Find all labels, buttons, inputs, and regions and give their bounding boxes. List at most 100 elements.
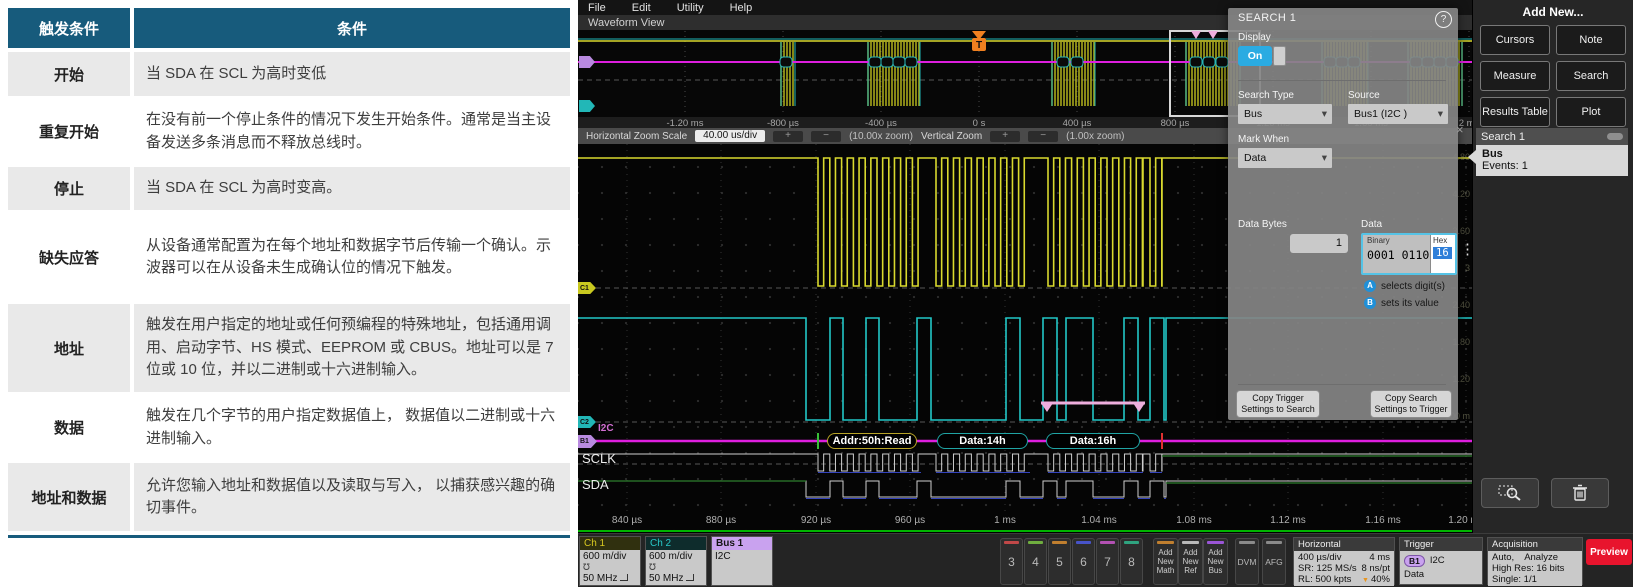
search-zoom-icon xyxy=(1498,484,1522,502)
dvm-stripe xyxy=(1239,541,1255,544)
add-new-results-table-button[interactable]: Results Table xyxy=(1480,97,1550,127)
trigger-row-label: 数据 xyxy=(8,396,130,459)
close-icon[interactable]: × xyxy=(1456,122,1464,137)
vzoom-minus-button[interactable]: − xyxy=(1028,131,1058,142)
binary-value[interactable]: 0001 0110 xyxy=(1367,248,1429,262)
display-toggle-knob[interactable] xyxy=(1273,46,1286,66)
trigger-settings-box[interactable]: Trigger B1 I2C Data xyxy=(1399,537,1483,585)
horizontal-settings-box[interactable]: Horizontal 400 µs/div4 msSR: 125 MS/s8 n… xyxy=(1293,537,1395,585)
search-type-label: Search Type xyxy=(1238,90,1294,101)
vertical-zoom-label: Vertical Zoom xyxy=(921,131,982,142)
channel-4-stripe xyxy=(1028,541,1043,544)
trigger-row-text: 在没有前一个停止条件的情况下发生开始条件。通常是当主设备发送多条消息而不释放总线… xyxy=(134,100,570,163)
trigger-row-label: 停止 xyxy=(8,167,130,210)
search1-pointer-notch xyxy=(1468,150,1476,164)
channel-6-stripe xyxy=(1076,541,1091,544)
zoom-search-button[interactable] xyxy=(1481,478,1539,508)
display-on-toggle[interactable]: On xyxy=(1238,46,1272,66)
afg-button[interactable]: AFG xyxy=(1262,538,1286,585)
copy-search-to-trigger-button[interactable]: Copy SearchSettings to Trigger xyxy=(1370,390,1452,418)
knob-b-hint: B sets its value xyxy=(1364,297,1439,309)
add-new-heading: Add New... xyxy=(1473,5,1633,19)
add-new-cursors-button[interactable]: Cursors xyxy=(1480,25,1550,55)
knob-a-icon: A xyxy=(1364,280,1376,292)
bus-name-label: I2C xyxy=(598,423,614,434)
knob-b-icon: B xyxy=(1364,297,1376,309)
trigger-row-text: 触发在几个字节的用户指定数据值上， 数据值以二进制或十六进制输入。 xyxy=(134,396,570,459)
horizontal-row-1: SR: 125 MS/s8 ns/pt xyxy=(1298,563,1390,574)
trigger-row-text: 允许您输入地址和数据值以及读取与写入， 以捕获感兴趣的确切事件。 xyxy=(134,463,570,531)
channel-8-button[interactable]: 8 xyxy=(1120,538,1143,585)
horizontal-zoom-scale-label: Horizontal Zoom Scale xyxy=(586,131,687,142)
knob-a-hint: A selects digit(s) xyxy=(1364,280,1445,292)
sclk-label: SCLK xyxy=(582,451,616,466)
acquisition-settings-box[interactable]: Acquisition Auto,Analyze High Res: 16 bi… xyxy=(1487,537,1583,585)
menu-edit[interactable]: Edit xyxy=(632,2,651,14)
hzoom-plus-button[interactable]: + xyxy=(773,131,803,142)
add-new-note-button[interactable]: Note xyxy=(1556,25,1626,55)
search1-body[interactable]: Bus Events: 1 xyxy=(1476,145,1628,176)
bus1-settings-badge[interactable]: Bus 1 I2C xyxy=(711,536,773,586)
add-new-math-button[interactable]: AddNewMath xyxy=(1153,538,1178,585)
add-new-search-button[interactable]: Search xyxy=(1556,61,1626,91)
channel-7-stripe xyxy=(1100,541,1115,544)
chevron-down-icon: ▾ xyxy=(1438,104,1443,124)
ch1-settings-badge[interactable]: Ch 1 600 m/div ℧ 50 MHz xyxy=(579,536,641,586)
trash-icon xyxy=(1572,484,1588,502)
trigger-row-label: 地址 xyxy=(8,304,130,392)
stripe xyxy=(1207,541,1224,544)
search-type-dropdown[interactable]: Bus▾ xyxy=(1238,104,1332,124)
display-label: Display xyxy=(1238,32,1271,43)
copy-trigger-to-search-button[interactable]: Copy TriggerSettings to Search xyxy=(1236,390,1320,418)
hex-value[interactable]: 16 xyxy=(1433,247,1452,259)
hzoom-minus-button[interactable]: − xyxy=(811,131,841,142)
vzoom-factor: (1.00x zoom) xyxy=(1066,131,1124,142)
trigger-row-label: 缺失应答 xyxy=(8,214,130,300)
menu-utility[interactable]: Utility xyxy=(677,2,704,14)
add-new-button-grid: CursorsNoteMeasureSearchResults TablePlo… xyxy=(1473,25,1633,127)
channel-8-stripe xyxy=(1124,541,1139,544)
trigger-table: 触发条件条件开始当 SDA 在 SCL 为高时变低重复开始在没有前一个停止条件的… xyxy=(8,8,570,531)
data-bytes-field[interactable]: 1 xyxy=(1290,234,1348,253)
add-new-ref-button[interactable]: AddNewRef xyxy=(1178,538,1203,585)
menu-file[interactable]: File xyxy=(588,2,606,14)
source-label: Source xyxy=(1348,90,1380,101)
table-bottom-rule xyxy=(8,535,570,538)
source-dropdown[interactable]: Bus1 (I2C )▾ xyxy=(1348,104,1448,124)
bus-decode-data2: Data:16h xyxy=(1046,433,1140,449)
hex-label: Hex xyxy=(1433,236,1447,245)
channel-5-button[interactable]: 5 xyxy=(1048,538,1071,585)
trigger-row-text: 当 SDA 在 SCL 为高时变低 xyxy=(134,52,570,96)
data-value-field[interactable]: Binary 0001 0110 Hex 16 xyxy=(1361,233,1457,275)
add-new-bus-button[interactable]: AddNewBus xyxy=(1203,538,1228,585)
channel-7-button[interactable]: 7 xyxy=(1096,538,1119,585)
search1-toggle-pill[interactable] xyxy=(1607,133,1623,140)
bus-decode-data1: Data:14h xyxy=(937,433,1028,449)
channel-3-button[interactable]: 3 xyxy=(1000,538,1023,585)
channel-6-button[interactable]: 6 xyxy=(1072,538,1095,585)
ch2-settings-badge[interactable]: Ch 2 600 m/div ℧ 50 MHz xyxy=(645,536,707,586)
table-header-0: 触发条件 xyxy=(8,8,130,48)
table-header-1: 条件 xyxy=(134,8,570,48)
menu-help[interactable]: Help xyxy=(730,2,753,14)
data-bytes-label: Data Bytes xyxy=(1238,219,1287,230)
trigger-row-text: 触发在用户指定的地址或任何预编程的特殊地址，包括通用调用、启动字节、HS 模式、… xyxy=(134,304,570,392)
zoom-scale-value[interactable]: 40.00 us/div xyxy=(695,130,765,142)
results-sidebar: Add New... CursorsNoteMeasureSearchResul… xyxy=(1472,0,1633,533)
tab-waveform-view[interactable]: Waveform View xyxy=(578,17,664,29)
search1-accordion[interactable]: Search 1 Bus Events: 1 xyxy=(1476,128,1628,176)
preview-button[interactable]: Preview xyxy=(1586,539,1632,565)
bus-decode-address: Addr:50h:Read xyxy=(827,433,917,449)
delete-button[interactable] xyxy=(1551,478,1609,508)
coupling-icon: ℧ xyxy=(583,562,637,573)
mark-when-dropdown[interactable]: Data▾ xyxy=(1238,148,1332,168)
channel-4-button[interactable]: 4 xyxy=(1024,538,1047,585)
dvm-button[interactable]: DVM xyxy=(1235,538,1259,585)
add-new-plot-button[interactable]: Plot xyxy=(1556,97,1626,127)
search1-header[interactable]: Search 1 xyxy=(1476,128,1628,145)
help-icon[interactable]: ? xyxy=(1435,11,1452,28)
vzoom-plus-button[interactable]: + xyxy=(990,131,1020,142)
trigger-row-label: 地址和数据 xyxy=(8,463,130,531)
panel-divider xyxy=(1238,80,1446,81)
add-new-measure-button[interactable]: Measure xyxy=(1480,61,1550,91)
